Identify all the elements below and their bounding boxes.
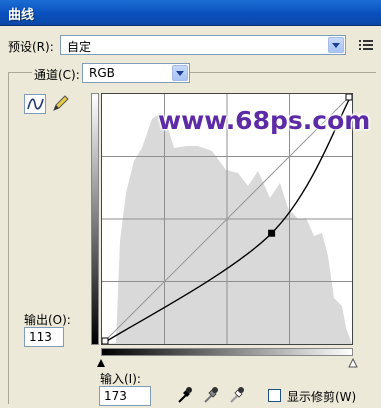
curve-point[interactable] bbox=[102, 337, 109, 344]
window-titlebar: 曲线 bbox=[0, 0, 381, 26]
curve-tool-icon bbox=[27, 98, 44, 110]
gray-eyedropper-icon[interactable] bbox=[203, 386, 219, 404]
preset-dropdown[interactable]: 自定 bbox=[60, 35, 346, 55]
output-label: 输出(O): bbox=[24, 313, 71, 327]
curve-point-selected[interactable] bbox=[268, 229, 276, 237]
curve-point[interactable] bbox=[345, 94, 352, 101]
chevron-down-icon bbox=[172, 65, 188, 81]
curve-tool-button[interactable] bbox=[24, 94, 46, 114]
chevron-down-icon bbox=[328, 37, 344, 53]
window-title: 曲线 bbox=[8, 8, 35, 23]
pencil-tool-button[interactable] bbox=[50, 94, 72, 114]
output-value: 113 bbox=[29, 330, 52, 344]
preset-value: 自定 bbox=[67, 40, 92, 54]
channel-value: RGB bbox=[89, 66, 115, 80]
show-clipping-checkbox[interactable] bbox=[268, 389, 281, 402]
input-field[interactable]: 173 bbox=[99, 386, 151, 406]
channel-dropdown[interactable]: RGB bbox=[82, 63, 190, 83]
input-gradient-bar bbox=[101, 348, 353, 356]
black-eyedropper-icon[interactable] bbox=[177, 386, 193, 404]
watermark: www.68ps.com bbox=[158, 106, 371, 135]
preset-label: 预设(R): bbox=[8, 40, 54, 54]
black-point-slider[interactable] bbox=[96, 358, 106, 368]
white-point-slider[interactable] bbox=[348, 358, 358, 368]
options-list-icon[interactable] bbox=[358, 38, 374, 52]
output-gradient-bar bbox=[91, 93, 99, 345]
channel-label: 通道(C): bbox=[32, 66, 82, 83]
white-eyedropper-icon[interactable] bbox=[229, 386, 245, 404]
output-field[interactable]: 113 bbox=[24, 327, 64, 347]
show-clipping-label: 显示修剪(W) bbox=[287, 390, 357, 404]
pencil-icon bbox=[53, 95, 69, 111]
input-label: 输入(I): bbox=[100, 372, 141, 386]
input-value: 173 bbox=[104, 389, 127, 403]
